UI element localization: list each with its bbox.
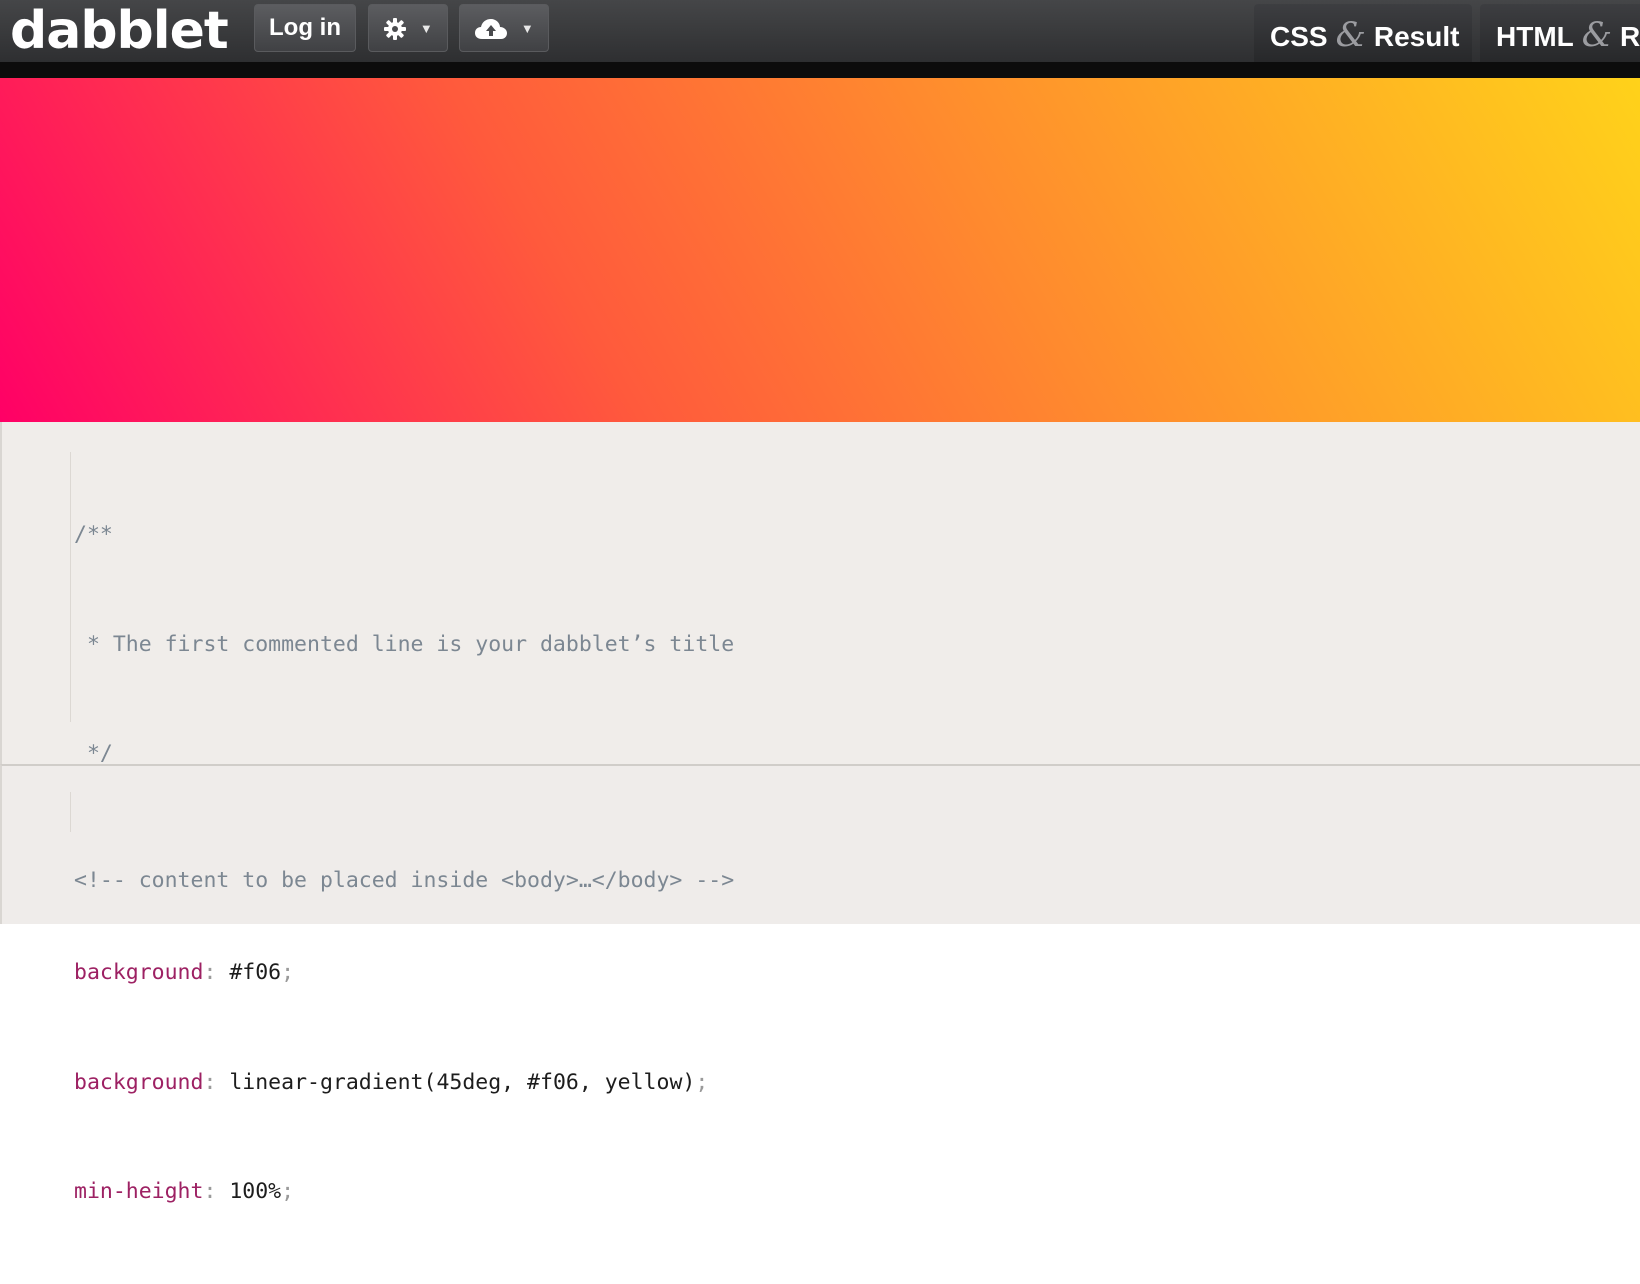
tab-html-result[interactable]: HTML&Re [1480,4,1640,62]
editor-gutter [70,792,71,832]
settings-menu-button[interactable]: ▼ [368,4,448,52]
css-property: min-height [74,1179,204,1204]
code-comment-line: * The first commented line is your dabbl… [74,631,735,657]
result-preview [0,78,1640,422]
css-editor[interactable]: /** * The first commented line is your d… [0,422,1640,1204]
cloud-save-menu-button[interactable]: ▼ [459,4,549,52]
css-value: 100% [229,1179,282,1204]
tab-label-left: CSS [1270,21,1328,52]
tab-label-right: Result [1373,21,1460,52]
tab-label-right: Re [1620,21,1640,52]
html-code[interactable]: <!-- content to be placed inside <body>…… [74,790,734,973]
html-editor[interactable]: <!-- content to be placed inside <body>…… [0,764,1640,924]
code-comment-line: <!-- content to be placed inside <body>…… [74,868,735,893]
editor-gutter [70,452,71,722]
code-declaration: background: linear-gradient(45deg, #f06,… [74,1069,709,1095]
top-toolbar: dabblet Log in ▼ ▼ CSS & Result HTML & R [0,0,1640,62]
css-value: linear-gradient(45deg, #f06, yellow) [229,1069,696,1095]
login-button[interactable]: Log in [254,4,356,52]
gear-icon [383,17,407,41]
toolbar-divider [0,62,1640,78]
caret-down-icon: ▼ [520,20,534,36]
tab-label-left: HTML [1496,21,1574,52]
app-logo[interactable]: dabblet [10,0,229,62]
tab-ampersand: & [1335,15,1366,55]
caret-down-icon: ▼ [419,20,433,36]
tab-ampersand: & [1581,15,1613,55]
css-property: background [74,1069,204,1095]
tab-css-result[interactable]: CSS & Result [1254,4,1472,62]
cloud-upload-icon [474,17,508,41]
code-declaration: min-height: 100%; [74,1179,295,1204]
code-comment-line: /** [74,522,113,547]
